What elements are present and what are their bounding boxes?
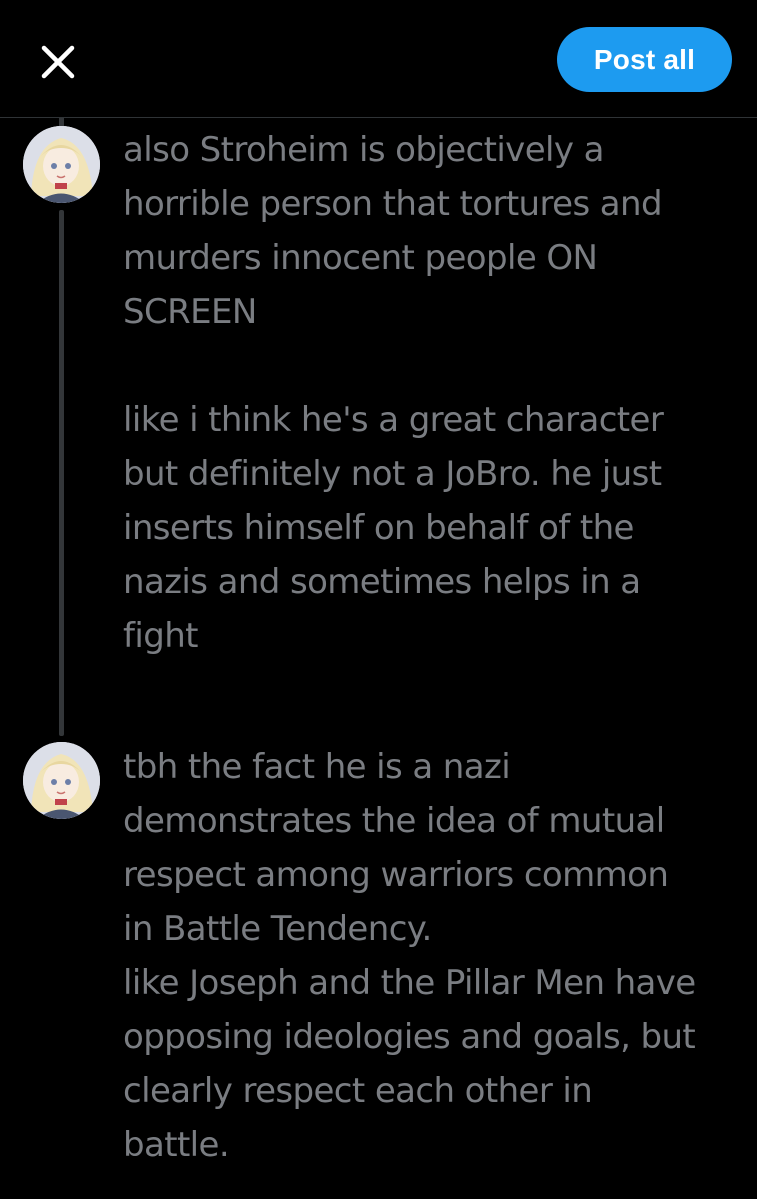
- thread-connector-top: [59, 118, 64, 126]
- post-text[interactable]: also Stroheim is objectively a horrible …: [123, 123, 738, 663]
- close-icon: [41, 45, 75, 79]
- post-text[interactable]: tbh the fact he is a nazi demonstrates t…: [123, 740, 738, 1172]
- post-all-button[interactable]: Post all: [557, 27, 732, 92]
- avatar-image: [23, 126, 100, 203]
- top-bar: Post all: [0, 0, 757, 118]
- avatar[interactable]: [23, 126, 100, 203]
- avatar[interactable]: [23, 742, 100, 819]
- avatar-image: [23, 742, 100, 819]
- close-button[interactable]: [32, 36, 84, 88]
- thread-connector-line: [59, 210, 64, 736]
